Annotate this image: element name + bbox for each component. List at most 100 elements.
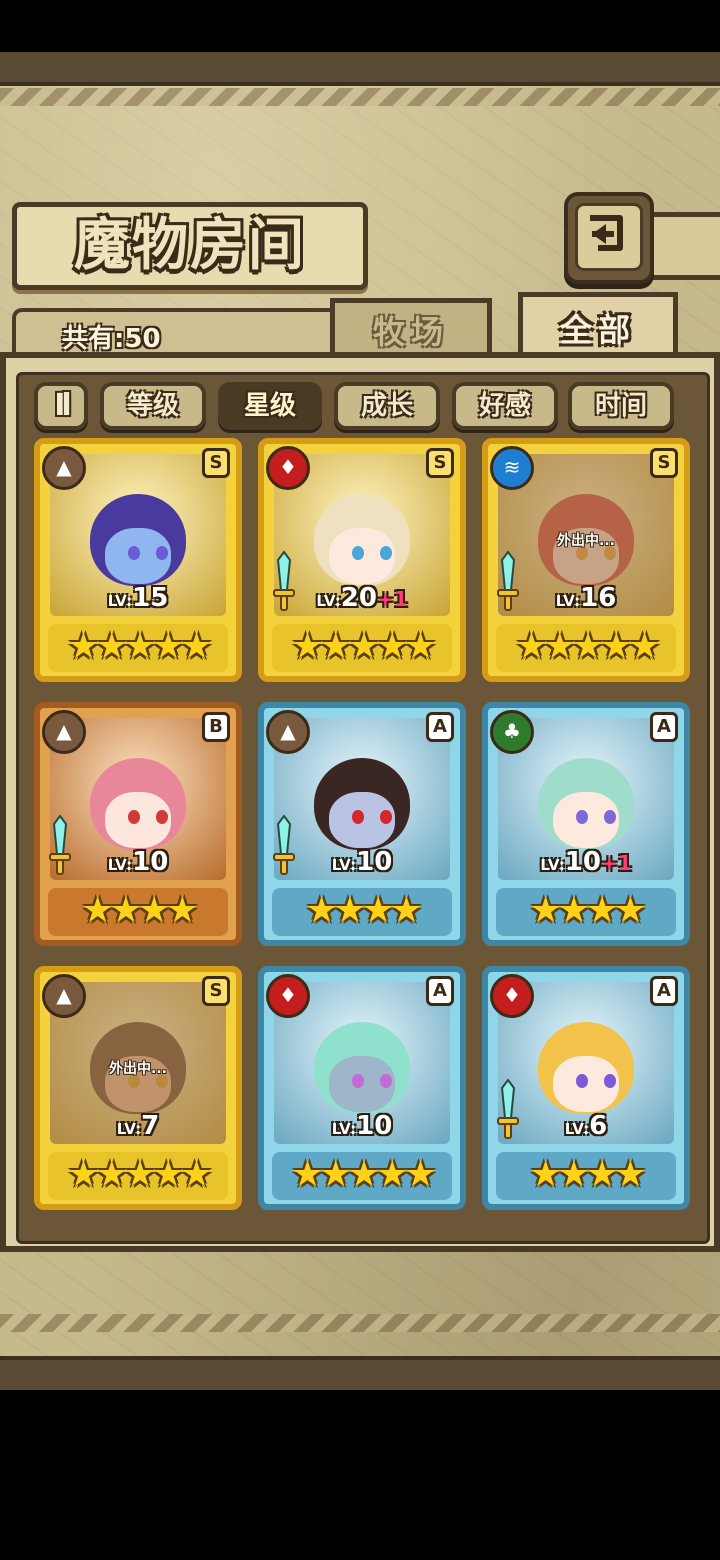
mountain-icon: ▲ — [42, 974, 86, 1018]
sort-growth-label: 成长 — [360, 391, 413, 421]
tab-ranch[interactable]: 牧场 — [330, 298, 492, 358]
level-bonus: +1 — [376, 587, 408, 611]
sort-affection-button[interactable]: 好感 — [452, 382, 558, 430]
star-rating: ★★★★★ — [272, 1152, 452, 1200]
sort-stars-label: 星级 — [243, 391, 296, 421]
level-value: 6 — [589, 1111, 608, 1141]
sort-growth-button[interactable]: 成长 — [334, 382, 440, 430]
monster-eye — [352, 810, 364, 824]
game-screen: 魔物房间 共有:50 牧场 全部 Il 等级 星级 成长 好感 时间 ▲ S LV:… — [0, 52, 720, 1390]
monster-eye — [576, 810, 588, 824]
monster-card[interactable]: 外出中... ≋ S LV:16 ★★★★★ — [482, 438, 690, 682]
star-rating: ★★★★★ — [48, 624, 228, 672]
monster-eye — [352, 1074, 364, 1088]
monster-card[interactable]: ♦ S LV:20+1 ★★★★★ — [258, 438, 466, 682]
level-prefix: LV: — [116, 1120, 142, 1138]
sort-level-label: 等级 — [126, 391, 179, 421]
monster-level: LV:15 — [40, 580, 236, 616]
away-status: 外出中... — [109, 1061, 167, 1077]
monster-level: LV:7 — [40, 1108, 236, 1144]
level-prefix: LV: — [564, 1120, 590, 1138]
rank-badge: A — [426, 976, 454, 1006]
back-button[interactable] — [564, 192, 654, 284]
star-rating: ★★★★ — [496, 888, 676, 936]
bottom-border — [0, 1356, 720, 1390]
sort-order-icon: Il — [54, 388, 72, 423]
rank-badge: S — [202, 976, 230, 1006]
monster-card[interactable]: ♦ A LV:10 ★★★★★ — [258, 966, 466, 1210]
monster-card[interactable]: ▲ B LV:10 ★★★★ — [34, 702, 242, 946]
monster-level: LV:6 — [488, 1108, 684, 1144]
away-status: 外出中... — [557, 533, 615, 549]
monster-eye — [576, 1074, 588, 1088]
level-value: 16 — [580, 583, 617, 613]
monster-eye — [380, 546, 392, 560]
tab-all[interactable]: 全部 — [518, 292, 678, 360]
mountain-icon: ▲ — [42, 446, 86, 490]
level-prefix: LV: — [540, 856, 565, 874]
flame-icon: ♦ — [266, 446, 310, 490]
sort-stars-button[interactable]: 星级 — [218, 382, 322, 430]
top-border — [0, 52, 720, 86]
page-title: 魔物房间 — [74, 212, 306, 278]
mountain-icon: ▲ — [42, 710, 86, 754]
monster-count-bar: 共有:50 — [12, 308, 342, 358]
sort-level-button[interactable]: 等级 — [100, 382, 206, 430]
monster-eye — [380, 1074, 392, 1088]
monster-card[interactable]: ▲ S LV:15 ★★★★★ — [34, 438, 242, 682]
star-rating: ★★★★★ — [272, 624, 452, 672]
monster-eye — [380, 810, 392, 824]
rank-badge: A — [650, 976, 678, 1006]
rank-badge: S — [202, 448, 230, 478]
star-rating: ★★★★ — [48, 888, 228, 936]
level-prefix: LV: — [107, 592, 133, 610]
zigzag-border-top — [0, 88, 720, 106]
star-rating: ★★★★ — [496, 1152, 676, 1200]
level-prefix: LV: — [331, 1120, 357, 1138]
level-value: 20 — [340, 583, 377, 613]
leaf-icon: ♣ — [490, 710, 534, 754]
star-rating: ★★★★ — [272, 888, 452, 936]
tab-ranch-label: 牧场 — [372, 313, 449, 351]
monster-level: LV:16 — [488, 580, 684, 616]
sort-order-toggle[interactable]: Il — [34, 382, 88, 430]
rank-badge: B — [202, 712, 230, 742]
flame-icon: ♦ — [490, 974, 534, 1018]
monster-card[interactable]: ♦ A LV:6 ★★★★ — [482, 966, 690, 1210]
monster-level: LV:10 — [264, 844, 460, 880]
water-waves-icon: ≋ — [490, 446, 534, 490]
monster-card[interactable]: 外出中... ▲ S LV:7 ★★★★★ — [34, 966, 242, 1210]
star-rating: ★★★★★ — [496, 624, 676, 672]
level-value: 10 — [132, 847, 169, 877]
level-prefix: LV: — [331, 856, 357, 874]
monster-level: LV:10 — [40, 844, 236, 880]
title-plate: 魔物房间 — [12, 202, 368, 290]
monster-count: 共有:50 — [62, 324, 161, 354]
level-prefix: LV: — [107, 856, 133, 874]
level-value: 10 — [356, 847, 393, 877]
rank-badge: S — [426, 448, 454, 478]
monster-level: LV:10 — [264, 1108, 460, 1144]
level-value: 7 — [141, 1111, 160, 1141]
monster-card[interactable]: ♣ A LV:10+1 ★★★★ — [482, 702, 690, 946]
monster-level: LV:10+1 — [488, 844, 684, 880]
sort-affection-label: 好感 — [478, 391, 531, 421]
level-prefix: LV: — [555, 592, 581, 610]
level-value: 10 — [564, 847, 601, 877]
star-rating: ★★★★★ — [48, 1152, 228, 1200]
monster-eye — [128, 810, 140, 824]
level-prefix: LV: — [316, 592, 341, 610]
monster-level: LV:20+1 — [264, 580, 460, 616]
rank-badge: A — [650, 712, 678, 742]
monster-eye — [604, 810, 616, 824]
monster-eye — [156, 546, 168, 560]
sort-time-button[interactable]: 时间 — [568, 382, 674, 430]
monster-eye — [352, 546, 364, 560]
monster-eye — [156, 810, 168, 824]
flame-icon: ♦ — [266, 974, 310, 1018]
rank-badge: A — [426, 712, 454, 742]
sort-time-label: 时间 — [594, 391, 647, 421]
monster-card[interactable]: ▲ A LV:10 ★★★★ — [258, 702, 466, 946]
return-arrow-icon — [590, 215, 623, 251]
monster-eye — [128, 546, 140, 560]
